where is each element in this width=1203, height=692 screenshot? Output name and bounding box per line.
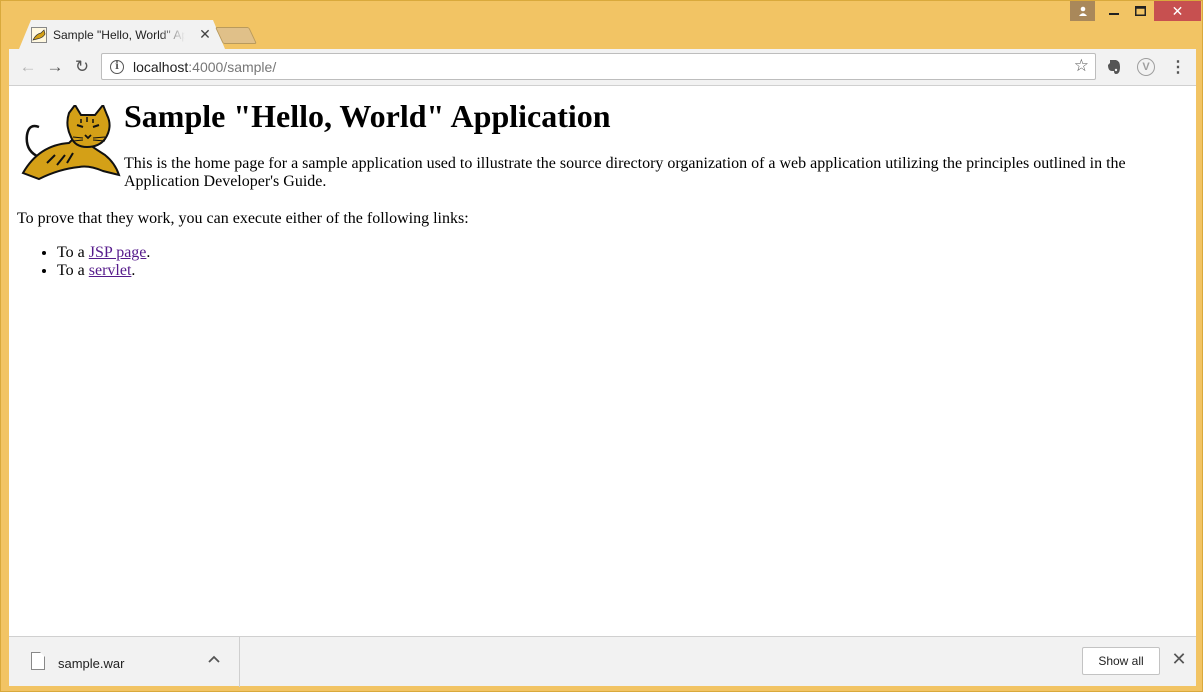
url-text[interactable]: localhost:4000/sample/ bbox=[133, 59, 276, 75]
file-icon bbox=[31, 652, 45, 670]
tab-title: Sample "Hello, World" Application bbox=[53, 27, 185, 42]
download-file-name: sample.war bbox=[58, 656, 125, 671]
download-shelf: sample.war Show all ✕ bbox=[9, 636, 1196, 687]
show-all-button[interactable]: Show all bbox=[1082, 647, 1160, 675]
reload-button[interactable]: ↻ bbox=[72, 57, 92, 77]
list-item-suffix: . bbox=[146, 244, 151, 261]
back-arrow-icon: ← bbox=[19, 57, 37, 76]
tomcat-favicon-icon bbox=[31, 26, 47, 43]
download-item[interactable]: sample.war bbox=[9, 637, 240, 687]
page-content: Sample "Hello, World" Application This i… bbox=[9, 86, 1196, 636]
list-item: To a JSP page. bbox=[57, 244, 150, 262]
address-bar[interactable]: i localhost:4000/sample/ ☆ bbox=[101, 53, 1096, 80]
back-button[interactable]: ← bbox=[18, 57, 38, 77]
evernote-extension-icon[interactable] bbox=[1104, 57, 1124, 77]
chevron-up-icon[interactable] bbox=[208, 651, 220, 666]
tab-close-icon[interactable]: ✕ bbox=[197, 26, 213, 43]
bookmark-star-icon[interactable]: ☆ bbox=[1074, 56, 1089, 76]
list-item: To a servlet. bbox=[57, 262, 150, 280]
servlet-link[interactable]: servlet bbox=[89, 262, 132, 279]
list-item-suffix: . bbox=[131, 262, 136, 279]
jsp-page-link[interactable]: JSP page bbox=[89, 244, 147, 261]
vimium-extension-button[interactable]: V bbox=[1136, 57, 1156, 77]
browser-toolbar: ← → ↻ i localhost:4000/sample/ ☆ V ⋮ bbox=[9, 49, 1196, 86]
tab-strip: Sample "Hello, World" Application ✕ bbox=[9, 1, 1196, 49]
prove-paragraph: To prove that they work, you can execute… bbox=[17, 210, 469, 227]
list-item-prefix: To a bbox=[57, 262, 89, 279]
url-path: :4000/sample/ bbox=[188, 58, 277, 75]
url-host: localhost bbox=[133, 58, 189, 75]
browser-menu-button[interactable]: ⋮ bbox=[1168, 57, 1188, 77]
reload-icon: ↻ bbox=[74, 57, 90, 76]
link-list: To a JSP page. To a servlet. bbox=[57, 244, 150, 280]
new-tab-button[interactable] bbox=[215, 27, 257, 44]
list-item-prefix: To a bbox=[57, 244, 89, 261]
elephant-icon bbox=[1108, 60, 1120, 74]
tomcat-logo-icon bbox=[21, 105, 121, 181]
intro-paragraph: This is the home page for a sample appli… bbox=[124, 155, 1126, 190]
tab-active[interactable]: Sample "Hello, World" Application ✕ bbox=[19, 20, 225, 49]
info-icon[interactable]: i bbox=[110, 59, 124, 74]
v-extension-icon: V bbox=[1137, 58, 1155, 76]
kebab-menu-icon: ⋮ bbox=[1170, 59, 1186, 76]
page-title: Sample "Hello, World" Application bbox=[124, 98, 611, 134]
browser-window: ✕ Sample "Hello, World" Application ✕ ← … bbox=[0, 0, 1203, 692]
shelf-close-icon[interactable]: ✕ bbox=[1169, 649, 1189, 670]
forward-arrow-icon: → bbox=[46, 57, 64, 76]
forward-button[interactable]: → bbox=[45, 57, 65, 77]
